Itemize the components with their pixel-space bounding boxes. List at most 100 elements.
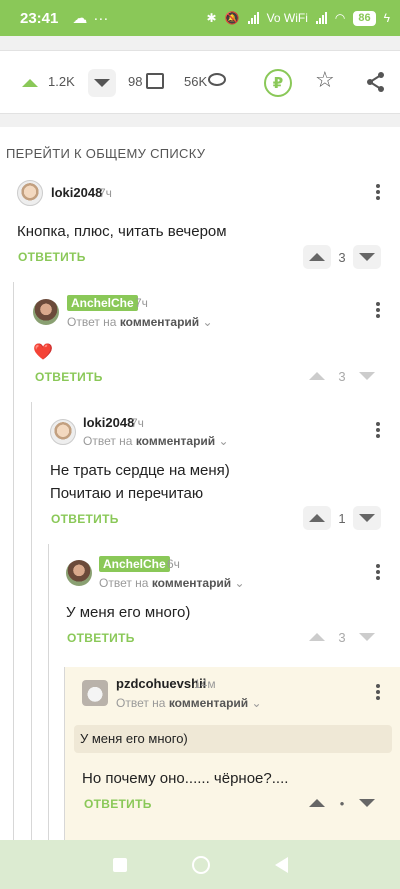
more-options-icon[interactable] bbox=[371, 682, 385, 702]
signal-icon-2 bbox=[315, 12, 327, 24]
rating-count: 3 bbox=[338, 629, 346, 645]
comment-author[interactable]: loki2048 bbox=[51, 185, 102, 200]
comment-time: 7ч bbox=[131, 416, 144, 430]
heart-emoji: ❤️ bbox=[33, 344, 53, 361]
donate-button[interactable]: ₽ bbox=[264, 69, 292, 97]
arrow-up-icon bbox=[22, 79, 38, 87]
comment-vote: 3 bbox=[303, 245, 381, 269]
arrow-up-icon bbox=[309, 633, 325, 641]
more-options-icon[interactable] bbox=[371, 420, 385, 440]
arrow-down-icon bbox=[359, 633, 375, 641]
mute-icon: 🔕 bbox=[224, 11, 240, 25]
comment-time: 7ч bbox=[99, 186, 112, 200]
reply-to-link[interactable]: Ответ на комментарий ⌄ bbox=[67, 315, 213, 329]
downvote-post-button[interactable] bbox=[88, 69, 116, 97]
thread-line bbox=[64, 667, 65, 840]
comment-time: 14м bbox=[194, 677, 216, 691]
bluetooth-icon: ✱ bbox=[206, 11, 217, 25]
favorite-star-icon[interactable]: ☆ bbox=[315, 67, 335, 93]
reply-button[interactable]: ОТВЕТИТЬ bbox=[51, 512, 119, 526]
comment-time: 7ч bbox=[135, 296, 148, 310]
post-views-count: 56K bbox=[184, 74, 208, 89]
upvote-button[interactable] bbox=[303, 506, 331, 530]
avatar[interactable] bbox=[82, 680, 108, 706]
downvote-button[interactable] bbox=[353, 364, 381, 388]
downvote-button[interactable] bbox=[353, 791, 381, 815]
comment-text-line: Почитаю и перечитаю bbox=[50, 485, 204, 502]
more-options-icon[interactable] bbox=[371, 300, 385, 320]
clock: 23:41 bbox=[20, 9, 59, 27]
comment-author[interactable]: loki2048 bbox=[83, 415, 134, 430]
arrow-down-icon bbox=[94, 79, 110, 87]
downvote-button[interactable] bbox=[353, 245, 381, 269]
downvote-button[interactable] bbox=[353, 506, 381, 530]
downvote-button[interactable] bbox=[353, 625, 381, 649]
post-likes-count: 1.2K bbox=[48, 74, 75, 89]
upvote-button[interactable] bbox=[303, 625, 331, 649]
system-nav-bar bbox=[0, 840, 400, 889]
reply-button[interactable]: ОТВЕТИТЬ bbox=[84, 797, 152, 811]
back-button[interactable] bbox=[274, 856, 288, 873]
reply-to-link[interactable]: Ответ на комментарий ⌄ bbox=[83, 434, 229, 448]
thread-line bbox=[31, 402, 32, 840]
thread-line bbox=[13, 282, 14, 840]
post-comments-count: 98 bbox=[128, 74, 143, 89]
rating-count: • bbox=[339, 795, 345, 811]
rating-count: 1 bbox=[338, 510, 346, 526]
comment-text: У меня его много) bbox=[66, 604, 191, 621]
reply-button[interactable]: ОТВЕТИТЬ bbox=[35, 370, 103, 384]
avatar[interactable] bbox=[33, 299, 59, 325]
comment-author[interactable]: AnchelChe bbox=[99, 556, 170, 572]
upvote-button[interactable] bbox=[303, 364, 331, 388]
recent-apps-button[interactable] bbox=[112, 857, 127, 872]
cloud-icon: ☁ bbox=[72, 10, 88, 27]
signal-icon bbox=[247, 12, 259, 24]
arrow-down-icon bbox=[359, 372, 375, 380]
reply-button[interactable]: ОТВЕТИТЬ bbox=[67, 631, 135, 645]
arrow-down-icon bbox=[359, 514, 375, 522]
avatar[interactable] bbox=[17, 180, 43, 206]
quoted-comment: У меня его много) bbox=[74, 725, 392, 753]
upvote-button[interactable] bbox=[303, 245, 331, 269]
comments-section: ПЕРЕЙТИ К ОБЩЕМУ СПИСКУ loki2048 7ч Кноп… bbox=[0, 127, 400, 840]
status-bar: 23:41 ☁ ··· ✱ 🔕 Vo WiFi ◠ 86 ϟ bbox=[0, 0, 400, 36]
comment-author[interactable]: pzdcohuevshii bbox=[116, 676, 206, 691]
more-notifications-icon: ··· bbox=[93, 9, 109, 27]
thread-line bbox=[48, 544, 49, 840]
upvote-post-button[interactable] bbox=[16, 69, 44, 97]
arrow-up-icon bbox=[309, 799, 325, 807]
home-button[interactable] bbox=[191, 855, 210, 874]
arrow-down-icon bbox=[359, 799, 375, 807]
wifi-icon: ◠ bbox=[334, 11, 346, 25]
reply-button[interactable]: ОТВЕТИТЬ bbox=[18, 250, 86, 264]
reply-to-link[interactable]: Ответ на комментарий ⌄ bbox=[99, 576, 245, 590]
comment-vote: 1 bbox=[303, 506, 381, 530]
reply-to-link[interactable]: Ответ на комментарий ⌄ bbox=[116, 696, 262, 710]
rating-count: 3 bbox=[338, 249, 346, 265]
comment-vote: • bbox=[303, 791, 381, 815]
comment-time: 6ч bbox=[167, 557, 180, 571]
upvote-button[interactable] bbox=[303, 791, 331, 815]
comment-vote: 3 bbox=[303, 625, 381, 649]
comment-text-line: Не трать сердце на меня) bbox=[50, 462, 230, 479]
eye-icon bbox=[208, 73, 226, 86]
arrow-up-icon bbox=[309, 372, 325, 380]
vowifi-label: Vo WiFi bbox=[266, 11, 308, 25]
arrow-up-icon bbox=[309, 253, 325, 261]
back-to-list-link[interactable]: ПЕРЕЙТИ К ОБЩЕМУ СПИСКУ bbox=[6, 146, 205, 161]
avatar[interactable] bbox=[66, 560, 92, 586]
battery-icon: 86 bbox=[353, 10, 376, 26]
charging-icon: ϟ bbox=[383, 11, 390, 25]
more-options-icon[interactable] bbox=[371, 562, 385, 582]
comment-vote: 3 bbox=[303, 364, 381, 388]
comment-author[interactable]: AnchelChe bbox=[67, 295, 138, 311]
post-actions-bar: 1.2K 98 56K ₽ ☆ bbox=[0, 50, 400, 114]
comment-icon[interactable] bbox=[146, 73, 164, 89]
share-icon[interactable] bbox=[366, 71, 386, 93]
avatar[interactable] bbox=[50, 419, 76, 445]
more-options-icon[interactable] bbox=[371, 182, 385, 202]
arrow-up-icon bbox=[309, 514, 325, 522]
rating-count: 3 bbox=[338, 368, 346, 384]
comment-text: Но почему оно...... чёрное?.... bbox=[82, 770, 289, 787]
arrow-down-icon bbox=[359, 253, 375, 261]
